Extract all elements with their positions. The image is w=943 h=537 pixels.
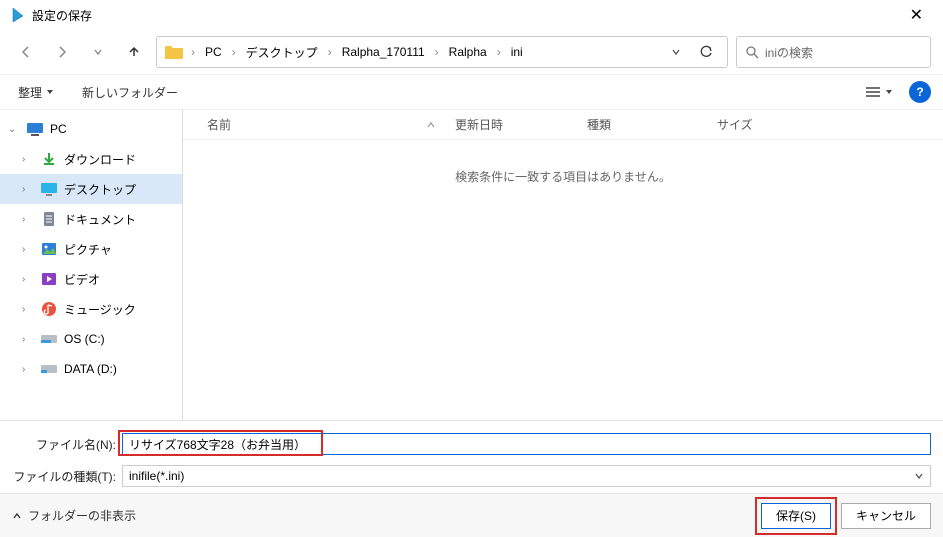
hide-folders-label: フォルダーの非表示 [28, 507, 136, 524]
filetype-value: inifile(*.ini) [129, 469, 184, 483]
breadcrumb-sep: › [433, 45, 441, 59]
chevron-right-icon[interactable]: › [22, 154, 34, 165]
tree-item-music[interactable]: › ミュージック [0, 294, 182, 324]
chevron-right-icon[interactable]: › [22, 364, 34, 375]
filename-label: ファイル名(N): [12, 436, 122, 453]
tree-item-pictures[interactable]: › ピクチャ [0, 234, 182, 264]
search-placeholder: iniの検索 [765, 44, 813, 61]
folder-icon [165, 45, 183, 59]
breadcrumb-ini[interactable]: ini [509, 43, 525, 61]
folder-tree[interactable]: ⌄ PC › ダウンロード › デスクトップ › ドキュメント › ピクチャ ›… [0, 110, 183, 420]
tree-item-documents[interactable]: › ドキュメント [0, 204, 182, 234]
column-headers: 名前 更新日時 種類 サイズ [183, 110, 943, 140]
tree-item-drive-c[interactable]: › OS (C:) [0, 324, 182, 354]
videos-icon [40, 271, 58, 287]
chevron-right-icon[interactable]: › [22, 334, 34, 345]
window-title: 設定の保存 [32, 7, 92, 24]
column-size[interactable]: サイズ [717, 116, 807, 133]
sort-asc-icon [427, 121, 435, 129]
document-icon [40, 211, 58, 227]
tree-item-downloads[interactable]: › ダウンロード [0, 144, 182, 174]
empty-message: 検索条件に一致する項目はありません。 [183, 168, 943, 185]
chevron-down-icon [914, 471, 924, 481]
tree-label: OS (C:) [64, 332, 105, 346]
view-mode-button[interactable] [865, 86, 893, 98]
chevron-right-icon[interactable]: › [22, 244, 34, 255]
column-kind[interactable]: 種類 [587, 116, 717, 133]
drive-icon [40, 361, 58, 377]
pc-icon [26, 121, 44, 137]
breadcrumb-ralpha170111[interactable]: Ralpha_170111 [340, 43, 427, 61]
forward-button[interactable] [48, 38, 76, 66]
cancel-button[interactable]: キャンセル [841, 503, 931, 529]
chevron-right-icon[interactable]: › [22, 274, 34, 285]
search-icon [745, 45, 759, 59]
chevron-up-icon [12, 511, 22, 521]
breadcrumb-desktop[interactable]: デスクトップ [244, 42, 320, 63]
app-icon [10, 7, 26, 23]
filename-input[interactable] [122, 433, 931, 455]
breadcrumb-sep: › [189, 45, 197, 59]
tree-label: ドキュメント [64, 211, 136, 228]
address-bar[interactable]: › PC › デスクトップ › Ralpha_170111 › Ralpha ›… [156, 36, 728, 68]
music-icon [40, 301, 58, 317]
file-list[interactable]: 名前 更新日時 種類 サイズ 検索条件に一致する項目はありません。 [183, 110, 943, 420]
tree-item-videos[interactable]: › ビデオ [0, 264, 182, 294]
new-folder-button[interactable]: 新しいフォルダー [76, 80, 184, 105]
tree-label: ピクチャ [64, 241, 112, 258]
up-button[interactable] [120, 38, 148, 66]
drive-icon [40, 331, 58, 347]
tree-label: デスクトップ [64, 181, 136, 198]
breadcrumb-sep: › [495, 45, 503, 59]
breadcrumb-sep: › [230, 45, 238, 59]
breadcrumb-ralpha[interactable]: Ralpha [447, 43, 489, 61]
column-name[interactable]: 名前 [207, 116, 455, 133]
hide-folders-button[interactable]: フォルダーの非表示 [12, 507, 136, 524]
help-button[interactable]: ? [909, 81, 931, 103]
tree-label: ダウンロード [64, 151, 136, 168]
tree-label: ビデオ [64, 271, 100, 288]
breadcrumb-pc[interactable]: PC [203, 43, 224, 61]
download-icon [40, 151, 58, 167]
chevron-down-icon[interactable]: ⌄ [8, 124, 20, 135]
desktop-icon [40, 181, 58, 197]
breadcrumb-sep: › [326, 45, 334, 59]
tree-label: ミュージック [64, 301, 136, 318]
close-button[interactable]: ✕ [900, 5, 933, 25]
organize-menu[interactable]: 整理 [12, 80, 60, 105]
search-input[interactable]: iniの検索 [736, 36, 931, 68]
back-button[interactable] [12, 38, 40, 66]
tree-label: PC [50, 122, 67, 136]
tree-item-pc[interactable]: ⌄ PC [0, 114, 182, 144]
save-button[interactable]: 保存(S) [761, 503, 831, 529]
refresh-button[interactable] [693, 45, 719, 59]
recent-dropdown[interactable] [84, 38, 112, 66]
tree-item-desktop[interactable]: › デスクトップ [0, 174, 182, 204]
filetype-label: ファイルの種類(T): [12, 468, 122, 485]
address-dropdown[interactable] [665, 47, 687, 57]
tree-item-drive-d[interactable]: › DATA (D:) [0, 354, 182, 384]
pictures-icon [40, 241, 58, 257]
chevron-right-icon[interactable]: › [22, 304, 34, 315]
tree-label: DATA (D:) [64, 362, 117, 376]
chevron-right-icon[interactable]: › [22, 184, 34, 195]
chevron-right-icon[interactable]: › [22, 214, 34, 225]
column-name-label: 名前 [207, 116, 231, 133]
filetype-select[interactable]: inifile(*.ini) [122, 465, 931, 487]
organize-label: 整理 [18, 84, 42, 101]
column-date[interactable]: 更新日時 [455, 116, 587, 133]
